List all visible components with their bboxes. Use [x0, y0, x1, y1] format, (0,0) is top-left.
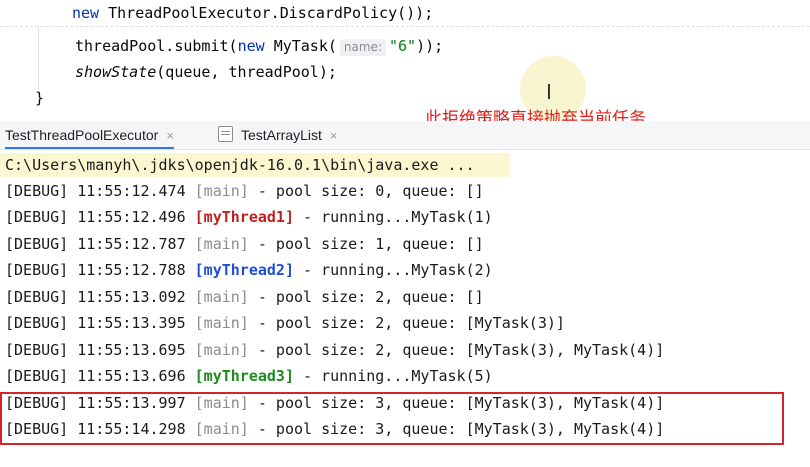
close-icon[interactable]: × [330, 128, 338, 143]
log-thread: [main] [194, 314, 249, 332]
text-cursor-icon: I [546, 80, 552, 104]
highlight-box [0, 392, 784, 445]
log-line: [DEBUG] 11:55:12.787 [main] - pool size:… [5, 233, 484, 255]
code-editor[interactable]: new ThreadPoolExecutor.DiscardPolicy());… [0, 0, 810, 129]
closing-brace: } [35, 89, 45, 107]
code-text: threadPool.submit( [75, 37, 238, 55]
log-message: - running...MyTask(5) [303, 367, 493, 385]
command-line: C:\Users\manyh\.jdks\openjdk-16.0.1\bin\… [5, 156, 475, 174]
run-tab-bar: TestThreadPoolExecutor × TestArrayList × [0, 121, 810, 150]
log-line: [DEBUG] 11:55:13.696 [myThread3] - runni… [5, 365, 493, 387]
log-time: 11:55:13.395 [77, 314, 186, 332]
log-thread: [main] [194, 288, 249, 306]
log-thread: [myThread3] [194, 367, 294, 385]
log-level: [DEBUG] [5, 182, 69, 200]
code-text: )); [416, 37, 444, 55]
log-time: 11:55:13.695 [77, 341, 186, 359]
tab-label: TestArrayList [241, 127, 322, 143]
indent-guide [38, 26, 39, 90]
code-text: (queue, threadPool); [156, 63, 337, 81]
log-line: [DEBUG] 11:55:13.695 [main] - pool size:… [5, 339, 664, 361]
parameter-hint: name: [339, 39, 386, 56]
code-class: MyTask( [273, 37, 337, 55]
log-level: [DEBUG] [5, 367, 69, 385]
method-name: showState [75, 63, 157, 81]
log-message: - pool size: 2, queue: [MyTask(3)] [257, 314, 565, 332]
code-line-1[interactable]: new ThreadPoolExecutor.DiscardPolicy()); [72, 3, 433, 23]
log-level: [DEBUG] [5, 235, 69, 253]
log-thread: [myThread1] [194, 208, 294, 226]
log-thread: [myThread2] [194, 261, 294, 279]
log-line: [DEBUG] 11:55:13.092 [main] - pool size:… [5, 286, 484, 308]
keyword-new: new [237, 37, 265, 55]
code-line-4[interactable]: } [35, 88, 44, 108]
keyword-new: new [72, 4, 100, 22]
log-time: 11:55:12.788 [77, 261, 186, 279]
file-icon [218, 126, 233, 142]
divider [0, 26, 810, 27]
log-thread: [main] [194, 341, 249, 359]
log-time: 11:55:12.474 [77, 182, 186, 200]
log-level: [DEBUG] [5, 288, 69, 306]
log-message: - pool size: 1, queue: [] [257, 235, 484, 253]
tab-label: TestThreadPoolExecutor [5, 127, 159, 143]
code-line-2[interactable]: threadPool.submit(new MyTask(name: "6")); [75, 36, 443, 56]
log-message: - pool size: 2, queue: [] [257, 288, 484, 306]
code-line-3[interactable]: showState(queue, threadPool); [75, 62, 337, 82]
code-text: ThreadPoolExecutor.DiscardPolicy()); [108, 4, 434, 22]
log-level: [DEBUG] [5, 261, 69, 279]
log-line: [DEBUG] 11:55:12.496 [myThread1] - runni… [5, 206, 493, 228]
log-message: - pool size: 0, queue: [] [257, 182, 484, 200]
log-time: 11:55:13.696 [77, 367, 186, 385]
log-level: [DEBUG] [5, 314, 69, 332]
log-time: 11:55:12.787 [77, 235, 186, 253]
log-line: [DEBUG] 11:55:12.474 [main] - pool size:… [5, 180, 484, 202]
string-literal: "6" [388, 37, 417, 55]
tab-test-thread-pool-executor[interactable]: TestThreadPoolExecutor × [5, 121, 174, 149]
log-level: [DEBUG] [5, 341, 69, 359]
log-thread: [main] [194, 235, 249, 253]
log-message: - pool size: 2, queue: [MyTask(3), MyTas… [257, 341, 665, 359]
log-message: - running...MyTask(1) [303, 208, 493, 226]
log-line: [DEBUG] 11:55:12.788 [myThread2] - runni… [5, 259, 493, 281]
close-icon[interactable]: × [166, 128, 174, 143]
log-line: [DEBUG] 11:55:13.395 [main] - pool size:… [5, 312, 565, 334]
log-message: - running...MyTask(2) [303, 261, 493, 279]
log-time: 11:55:13.092 [77, 288, 186, 306]
log-time: 11:55:12.496 [77, 208, 186, 226]
log-level: [DEBUG] [5, 208, 69, 226]
log-thread: [main] [194, 182, 249, 200]
tab-test-array-list[interactable]: TestArrayList × [218, 121, 338, 149]
